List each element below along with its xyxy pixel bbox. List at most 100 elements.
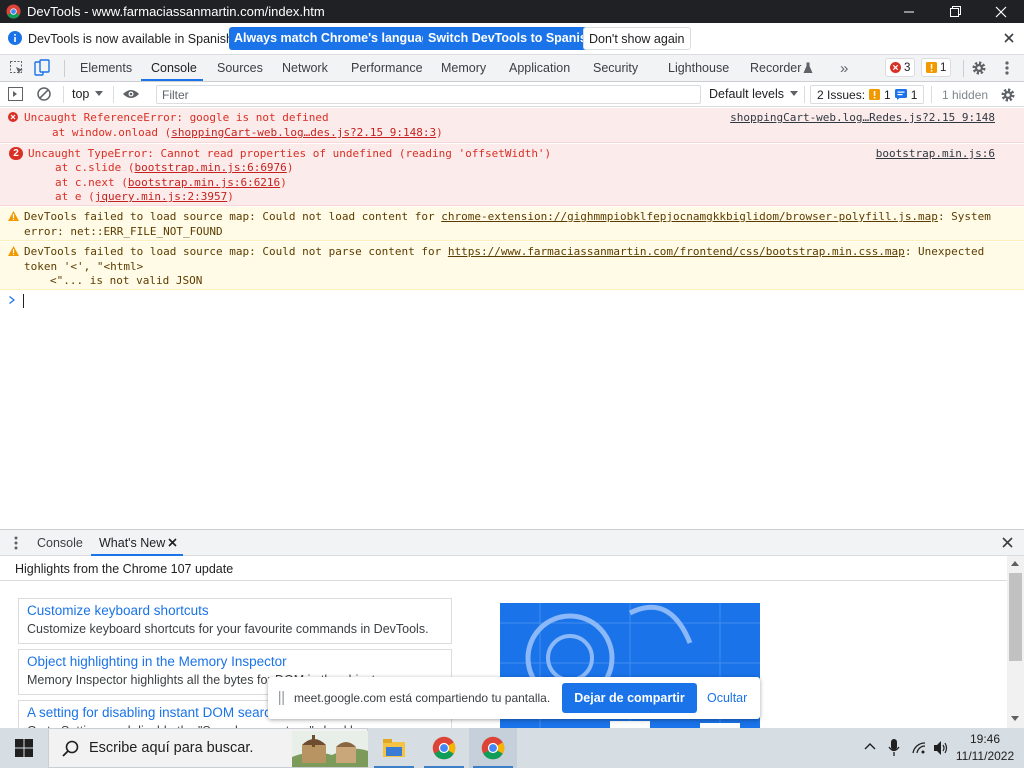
restore-button[interactable]	[932, 0, 978, 23]
window-title-bar: DevTools - www.farmaciassanmartin.com/in…	[0, 0, 1024, 23]
source-map-link[interactable]: https://www.farmaciassanmartin.com/front…	[448, 245, 905, 258]
warning-prefix: DevTools failed to load source map: Coul…	[24, 245, 448, 258]
chrome-taskbar-icon-active[interactable]	[469, 728, 517, 768]
hidden-count: 1 hidden	[942, 88, 989, 102]
tab-application[interactable]: Application	[509, 61, 570, 75]
error-text: Uncaught TypeError: Cannot read properti…	[28, 147, 552, 160]
microphone-icon[interactable]	[888, 739, 900, 756]
feature-title[interactable]: Customize keyboard shortcuts	[27, 602, 443, 620]
close-drawer-icon[interactable]	[1002, 537, 1013, 548]
drawer-menu-icon[interactable]	[14, 536, 18, 550]
live-expression-eye-icon[interactable]	[122, 88, 140, 100]
close-infobar-icon[interactable]	[1004, 33, 1014, 43]
network-wifi-icon[interactable]	[911, 741, 927, 755]
close-window-button[interactable]	[978, 0, 1024, 23]
error-count-badge[interactable]: 3	[885, 58, 916, 77]
info-icon	[8, 31, 22, 45]
device-toolbar-icon[interactable]	[34, 59, 50, 76]
feature-card[interactable]: Customize keyboard shortcuts Customize k…	[18, 598, 452, 644]
context-selector[interactable]: top	[72, 87, 104, 101]
sidebar-toggle-icon[interactable]	[8, 87, 23, 101]
tab-elements[interactable]: Elements	[80, 61, 132, 75]
close-tab-icon[interactable]	[168, 538, 177, 547]
warning-icon	[869, 89, 881, 100]
warning-text: DevTools failed to load source map: Coul…	[24, 245, 984, 260]
stop-sharing-button[interactable]: Dejar de compartir	[562, 683, 697, 713]
chevron-down-icon	[790, 91, 799, 96]
context-value: top	[72, 87, 90, 101]
stack-frame: at c.slide (bootstrap.min.js:6:6976)	[55, 161, 293, 176]
warning-text: DevTools failed to load source map: Coul…	[24, 210, 991, 225]
drag-handle-icon[interactable]	[279, 691, 284, 705]
frame-link[interactable]: bootstrap.min.js:6:6976	[134, 161, 286, 174]
console-warning-message: DevTools failed to load source map: Coul…	[0, 242, 1024, 290]
scroll-down-arrow-icon[interactable]	[1011, 716, 1019, 721]
windows-start-icon[interactable]	[0, 728, 48, 768]
switch-spanish-button[interactable]: Switch DevTools to Spanish	[423, 27, 600, 50]
tab-console[interactable]: Console	[151, 61, 197, 75]
error-source-link[interactable]: bootstrap.min.js:6	[876, 147, 995, 162]
warning-icon	[926, 62, 937, 73]
error-icon	[890, 62, 901, 73]
stack-frame: at window.onload (shoppingCart-web.log…d…	[52, 126, 443, 141]
chrome-icon	[6, 4, 21, 19]
dont-show-again-button[interactable]: Don't show again	[583, 27, 691, 50]
volume-icon[interactable]	[934, 741, 950, 755]
system-clock[interactable]: 19:46 11/11/2022	[952, 731, 1018, 765]
more-options-icon[interactable]	[1005, 61, 1009, 75]
show-hidden-icons-chevron-icon[interactable]	[864, 743, 876, 750]
minimize-button[interactable]	[886, 0, 932, 23]
tab-network[interactable]: Network	[282, 61, 328, 75]
console-error-message: Uncaught ReferenceError: google is not d…	[0, 108, 1024, 143]
log-levels-dropdown[interactable]: Default levels	[709, 87, 799, 101]
filter-input[interactable]	[156, 85, 701, 104]
frame-link[interactable]: shoppingCart-web.log…des.js?2.15 9:148:3	[171, 126, 436, 139]
search-icon	[62, 740, 79, 757]
screen-sharing-bar: meet.google.com está compartiendo tu pan…	[268, 677, 760, 719]
chrome-taskbar-icon[interactable]	[420, 728, 468, 768]
tab-security[interactable]: Security	[593, 61, 638, 75]
drawer-tab-console[interactable]: Console	[37, 536, 83, 550]
divider	[804, 86, 805, 103]
tab-performance[interactable]: Performance	[351, 61, 423, 75]
drawer-scrollbar[interactable]	[1007, 556, 1024, 728]
tab-sources[interactable]: Sources	[217, 61, 263, 75]
tab-memory[interactable]: Memory	[441, 61, 486, 75]
console-warning-message: DevTools failed to load source map: Coul…	[0, 207, 1024, 241]
frame-prefix: at c.next (	[55, 176, 128, 189]
feature-title[interactable]: Object highlighting in the Memory Inspec…	[27, 653, 443, 671]
search-highlight-illustration	[292, 731, 368, 767]
error-source-link[interactable]: shoppingCart-web.log…Redes.js?2.15 9:148	[730, 111, 995, 126]
active-tab-indicator	[141, 79, 203, 81]
scrollbar-thumb[interactable]	[1009, 573, 1022, 661]
frame-link[interactable]: bootstrap.min.js:6:6216	[128, 176, 280, 189]
warning-text-line3: <"... is not valid JSON	[50, 274, 203, 287]
match-language-button[interactable]: Always match Chrome's language	[229, 27, 442, 50]
console-settings-gear-icon[interactable]	[1000, 87, 1016, 103]
more-tabs-chevron-icon[interactable]: »	[840, 60, 848, 77]
issues-button[interactable]: 2 Issues: 1 1	[810, 85, 925, 104]
drawer-tab-strip: Console What's New	[0, 529, 1024, 556]
clear-console-icon[interactable]	[37, 87, 51, 101]
hide-sharing-bar-button[interactable]: Ocultar	[707, 691, 747, 705]
file-explorer-icon[interactable]	[370, 728, 418, 768]
frame-suffix: )	[280, 176, 287, 189]
tab-lighthouse[interactable]: Lighthouse	[668, 61, 729, 75]
divider	[63, 86, 64, 103]
frame-prefix: at window.onload (	[52, 126, 172, 139]
drawer-tab-whats-new[interactable]: What's New	[99, 536, 165, 550]
taskbar-search-box[interactable]: Escribe aquí para buscar.	[48, 728, 368, 768]
issues-warning-count: 1	[884, 87, 891, 102]
warning-text-line2: token '<', "<html>	[24, 260, 144, 273]
warning-count-badge[interactable]: 1	[921, 58, 952, 77]
inspect-element-icon[interactable]	[9, 60, 25, 76]
console-prompt-area[interactable]	[0, 291, 1024, 527]
frame-suffix: )	[286, 161, 294, 174]
scroll-up-arrow-icon[interactable]	[1011, 561, 1019, 566]
issues-label: 2 Issues:	[817, 87, 866, 102]
tab-recorder[interactable]: Recorder	[750, 61, 801, 75]
settings-gear-icon[interactable]	[971, 60, 987, 76]
frame-link[interactable]: jquery.min.js:2:3957	[95, 190, 227, 203]
source-map-link[interactable]: chrome-extension://gighmmpiobklfepjocnam…	[441, 210, 938, 223]
repeat-count-badge: 2	[9, 147, 23, 160]
